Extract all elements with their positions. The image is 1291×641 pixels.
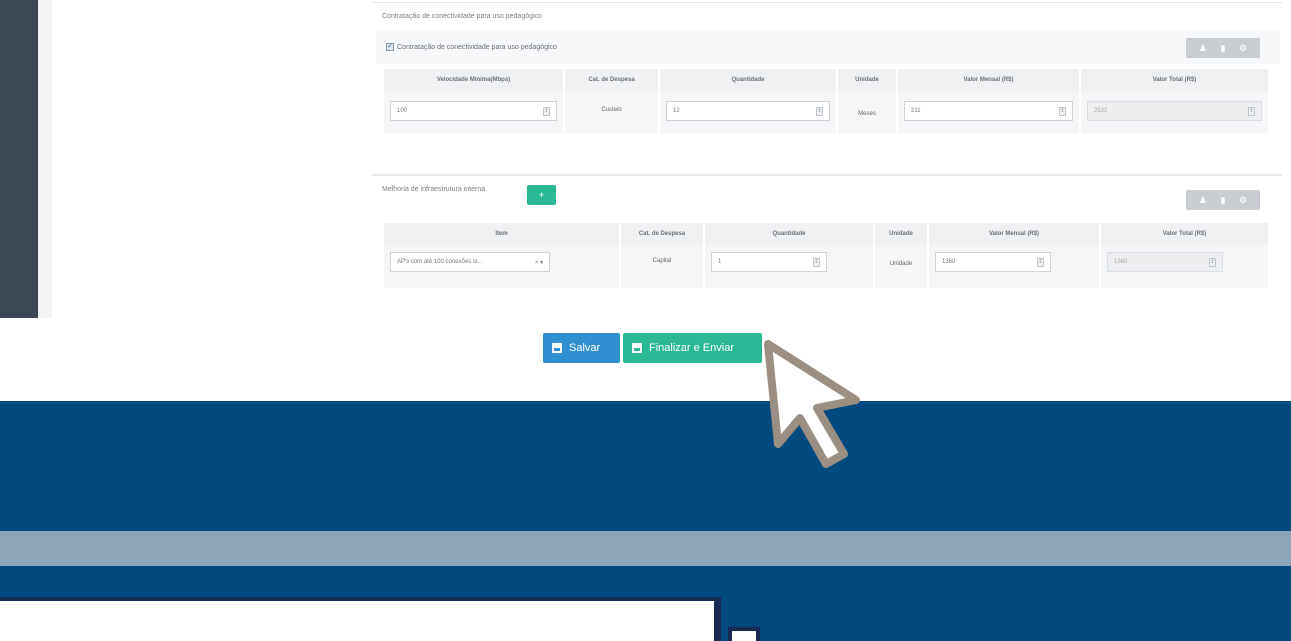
add-item-button[interactable]: + bbox=[527, 185, 556, 205]
section-title-conectividade: Contratação de conectividade para uso pe… bbox=[382, 13, 542, 20]
stepper-icon[interactable]: ⇕ bbox=[813, 257, 820, 267]
section-toolbar-2: ♟ ▮ ⚙ bbox=[1186, 190, 1260, 210]
form-content: Contratação de conectividade para uso pe… bbox=[372, 0, 1282, 318]
clear-and-chevron-icon[interactable]: × ▾ bbox=[535, 259, 543, 266]
table-header-row: Item Cat. de Despesa Quantidade Unidade … bbox=[384, 223, 1270, 245]
infraestrutura-table: Item Cat. de Despesa Quantidade Unidade … bbox=[384, 223, 1270, 288]
valor-total-input: 2532 ⇕ bbox=[1087, 101, 1262, 121]
col-header: Unidade bbox=[837, 69, 898, 91]
cell-velocidade: 100 ⇕ bbox=[384, 91, 565, 133]
floppy-disk-icon bbox=[632, 343, 642, 353]
valor-total-value: 1360 bbox=[1114, 259, 1128, 265]
cell-item: AP's com até 100 conexões si... × ▾ bbox=[384, 245, 621, 288]
col-header: Quantidade bbox=[704, 223, 875, 245]
settings-icon[interactable]: ⚙ bbox=[1239, 195, 1247, 206]
mouse-pointer-icon bbox=[764, 340, 860, 468]
stepper-icon[interactable]: ⇕ bbox=[543, 106, 550, 116]
quantidade-value: 12 bbox=[673, 108, 680, 114]
top-divider bbox=[372, 2, 1282, 3]
sidebar-edge bbox=[38, 0, 52, 318]
col-header: Valor Total (R$) bbox=[1080, 69, 1270, 91]
quantidade-value: 1 bbox=[718, 259, 722, 265]
left-panel bbox=[52, 0, 370, 318]
file-icon[interactable]: ▮ bbox=[1221, 43, 1226, 54]
floppy-disk-icon bbox=[552, 343, 562, 353]
send-label: Finalizar e Enviar bbox=[649, 342, 734, 354]
col-header: Valor Mensal (R$) bbox=[897, 69, 1081, 91]
stepper-icon[interactable]: ⇕ bbox=[1037, 257, 1044, 267]
cell-valor-total: 2532 ⇕ bbox=[1080, 91, 1270, 133]
footer-band bbox=[0, 401, 1291, 531]
section-title-infraestrutura: Melhoria de infraestrutura interna bbox=[382, 186, 486, 193]
velocidade-value: 100 bbox=[397, 108, 408, 114]
stepper-icon: ⇕ bbox=[1248, 106, 1255, 116]
item-value: AP's com até 100 conexões si... bbox=[397, 259, 483, 265]
section-divider bbox=[372, 174, 1282, 176]
col-header: Quantidade bbox=[659, 69, 838, 91]
footer-card bbox=[0, 597, 721, 641]
cell-valor-total: 1360 ⇕ bbox=[1100, 245, 1270, 288]
user-icon[interactable]: ♟ bbox=[1199, 43, 1207, 54]
cell-categoria: Custeio bbox=[564, 91, 660, 133]
checkbox-conectividade[interactable]: ✓ bbox=[386, 43, 394, 51]
valor-mensal-value: 211 bbox=[911, 108, 921, 114]
file-icon[interactable]: ▮ bbox=[1221, 195, 1226, 206]
cell-quantidade: 1 ⇕ bbox=[704, 245, 875, 288]
cell-quantidade: 12 ⇕ bbox=[659, 91, 838, 133]
save-button[interactable]: Salvar bbox=[543, 333, 620, 363]
cell-categoria: Capital bbox=[620, 245, 705, 288]
col-header: Item bbox=[384, 223, 621, 245]
col-header: Valor Total (R$) bbox=[1100, 223, 1270, 245]
valor-mensal-value: 1360 bbox=[942, 259, 956, 265]
valor-total-input: 1360 ⇕ bbox=[1107, 252, 1223, 272]
stepper-icon[interactable]: ⇕ bbox=[1059, 106, 1066, 116]
quantidade-input[interactable]: 1 ⇕ bbox=[711, 252, 827, 272]
valor-mensal-input[interactable]: 211 ⇕ bbox=[904, 101, 1073, 121]
table-row: 100 ⇕ Custeio 12 ⇕ Meses 211 ⇕ 2532 ⇕ bbox=[384, 91, 1270, 133]
cell-unidade: Unidade bbox=[874, 245, 929, 288]
settings-icon[interactable]: ⚙ bbox=[1239, 43, 1247, 54]
cell-unidade: Meses bbox=[837, 91, 898, 133]
col-header: Unidade bbox=[874, 223, 929, 245]
stepper-icon[interactable]: ⇕ bbox=[816, 106, 823, 116]
col-header: Cat. de Despesa bbox=[564, 69, 660, 91]
save-label: Salvar bbox=[569, 342, 601, 354]
checkbox-label[interactable]: Contratação de conectividade para uso pe… bbox=[397, 44, 557, 51]
item-select[interactable]: AP's com até 100 conexões si... × ▾ bbox=[390, 252, 550, 272]
footer-small-box bbox=[728, 627, 760, 641]
finalize-send-button[interactable]: Finalizar e Enviar bbox=[623, 333, 762, 363]
valor-mensal-input[interactable]: 1360 ⇕ bbox=[935, 252, 1051, 272]
quantidade-input[interactable]: 12 ⇕ bbox=[666, 101, 830, 121]
col-header: Valor Mensal (R$) bbox=[928, 223, 1101, 245]
conectividade-checkbox-row[interactable]: ✓ Contratação de conectividade para uso … bbox=[386, 43, 557, 51]
conectividade-table: Velocidade Mínima(Mbps) Cat. de Despesa … bbox=[384, 69, 1270, 133]
valor-total-value: 2532 bbox=[1094, 108, 1108, 114]
cell-valor-mensal: 211 ⇕ bbox=[897, 91, 1081, 133]
col-header: Velocidade Mínima(Mbps) bbox=[384, 69, 565, 91]
table-header-row: Velocidade Mínima(Mbps) Cat. de Despesa … bbox=[384, 69, 1270, 91]
table-row: AP's com até 100 conexões si... × ▾ Capi… bbox=[384, 245, 1270, 288]
user-icon[interactable]: ♟ bbox=[1199, 195, 1207, 206]
cell-valor-mensal: 1360 ⇕ bbox=[928, 245, 1101, 288]
stepper-icon: ⇕ bbox=[1209, 257, 1216, 267]
footer-stripe bbox=[0, 531, 1291, 566]
col-header: Cat. de Despesa bbox=[620, 223, 705, 245]
velocidade-input[interactable]: 100 ⇕ bbox=[390, 101, 557, 121]
sidebar bbox=[0, 0, 38, 318]
section-toolbar-1: ♟ ▮ ⚙ bbox=[1186, 38, 1260, 58]
